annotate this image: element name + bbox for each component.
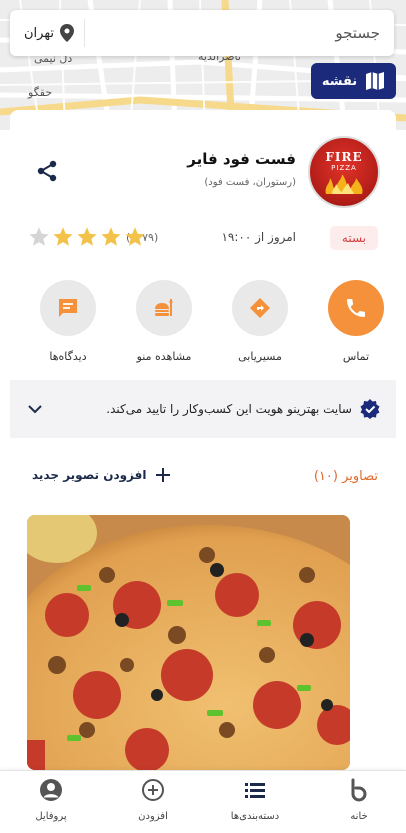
city-selector[interactable]: تهران xyxy=(24,19,85,47)
menu-circle xyxy=(136,280,192,336)
verification-bar[interactable]: سایت بهترینو هویت این کسب‌وکار را تایید … xyxy=(10,380,396,438)
map-button-label: نقشه xyxy=(321,73,358,89)
add-photo-label: افزودن تصویر جدید xyxy=(32,468,147,482)
location-pin-icon xyxy=(59,24,74,42)
directions-circle xyxy=(232,280,288,336)
nav-add-label: افزودن xyxy=(138,811,168,822)
star-icon xyxy=(53,227,73,246)
menu-icon xyxy=(155,299,173,316)
verification-text: سایت بهترینو هویت این کسب‌وکار را تایید … xyxy=(106,402,352,416)
phone-icon xyxy=(347,299,365,317)
call-button[interactable]: تماس xyxy=(316,280,396,363)
business-header: FIRE PIZZA فست فود فایر (رستوران، فست فو… xyxy=(10,110,396,220)
nav-categories[interactable]: دسته‌بندی‌ها xyxy=(210,777,300,822)
logo-text: FIRE xyxy=(325,150,363,164)
nav-home[interactable]: خانه xyxy=(314,777,404,822)
rating-stars[interactable] xyxy=(28,226,146,248)
nav-profile-label: پروفایل xyxy=(35,811,67,822)
comment-icon xyxy=(59,299,77,317)
photos-header: تصاویر (۱۰) افزودن تصویر جدید xyxy=(10,465,396,495)
star-icon xyxy=(125,227,145,246)
list-icon xyxy=(245,783,265,798)
add-photo-button[interactable]: افزودن تصویر جدید xyxy=(32,467,171,483)
action-buttons: تماس مسیریابی مشاهده منو xyxy=(10,280,396,370)
business-photo[interactable] xyxy=(27,515,350,770)
nav-profile[interactable]: پروفایل xyxy=(6,777,96,822)
map-button[interactable]: نقشه xyxy=(311,63,396,99)
photos-title: تصاویر (۱۰) xyxy=(313,469,378,484)
directions-button[interactable]: مسیریابی xyxy=(220,280,300,363)
reviews-label: دیدگاه‌ها xyxy=(49,350,87,363)
directions-label: مسیریابی xyxy=(238,350,282,363)
plus-icon xyxy=(155,468,170,482)
add-circle-icon xyxy=(142,779,164,801)
verified-badge-icon xyxy=(360,399,380,419)
business-card: FIRE PIZZA فست فود فایر (رستوران، فست فو… xyxy=(10,110,396,770)
bottom-navigation: خانه دسته‌بندی‌ها افزودن پروفایل xyxy=(0,770,406,833)
nav-home-label: خانه xyxy=(350,811,368,822)
nav-categories-label: دسته‌بندی‌ها xyxy=(230,811,280,822)
search-bar: تهران xyxy=(10,10,394,56)
call-circle xyxy=(328,280,384,336)
pizza-photo xyxy=(27,515,350,770)
map-icon xyxy=(366,72,385,90)
business-logo[interactable]: FIRE PIZZA xyxy=(308,136,380,208)
star-icon xyxy=(101,227,121,246)
menu-label: مشاهده منو xyxy=(136,350,192,363)
star-icon xyxy=(29,227,49,246)
directions-icon xyxy=(250,298,270,318)
home-icon xyxy=(351,778,367,802)
business-name: فست فود فایر xyxy=(187,150,296,168)
profile-icon xyxy=(40,779,62,801)
opening-time: امروز از ۱۹:۰۰ xyxy=(221,230,296,244)
view-menu-button[interactable]: مشاهده منو xyxy=(124,280,204,363)
business-categories: (رستوران، فست فود) xyxy=(204,177,296,188)
flame-icon xyxy=(325,174,363,194)
reviews-circle xyxy=(40,280,96,336)
map-label: حقگو xyxy=(28,86,53,99)
reviews-button[interactable]: دیدگاه‌ها xyxy=(28,280,108,363)
search-input[interactable] xyxy=(120,24,380,42)
star-icon xyxy=(77,227,97,246)
status-row: بسته امروز از ۱۹:۰۰ (۱۰۷۹) xyxy=(10,226,396,252)
city-name: تهران xyxy=(24,25,54,41)
logo-subtext: PIZZA xyxy=(331,164,357,172)
nav-add[interactable]: افزودن xyxy=(108,777,198,822)
status-badge: بسته xyxy=(329,226,378,250)
share-icon[interactable] xyxy=(36,160,58,182)
chevron-down-icon[interactable] xyxy=(26,400,44,418)
call-label: تماس xyxy=(342,350,370,363)
